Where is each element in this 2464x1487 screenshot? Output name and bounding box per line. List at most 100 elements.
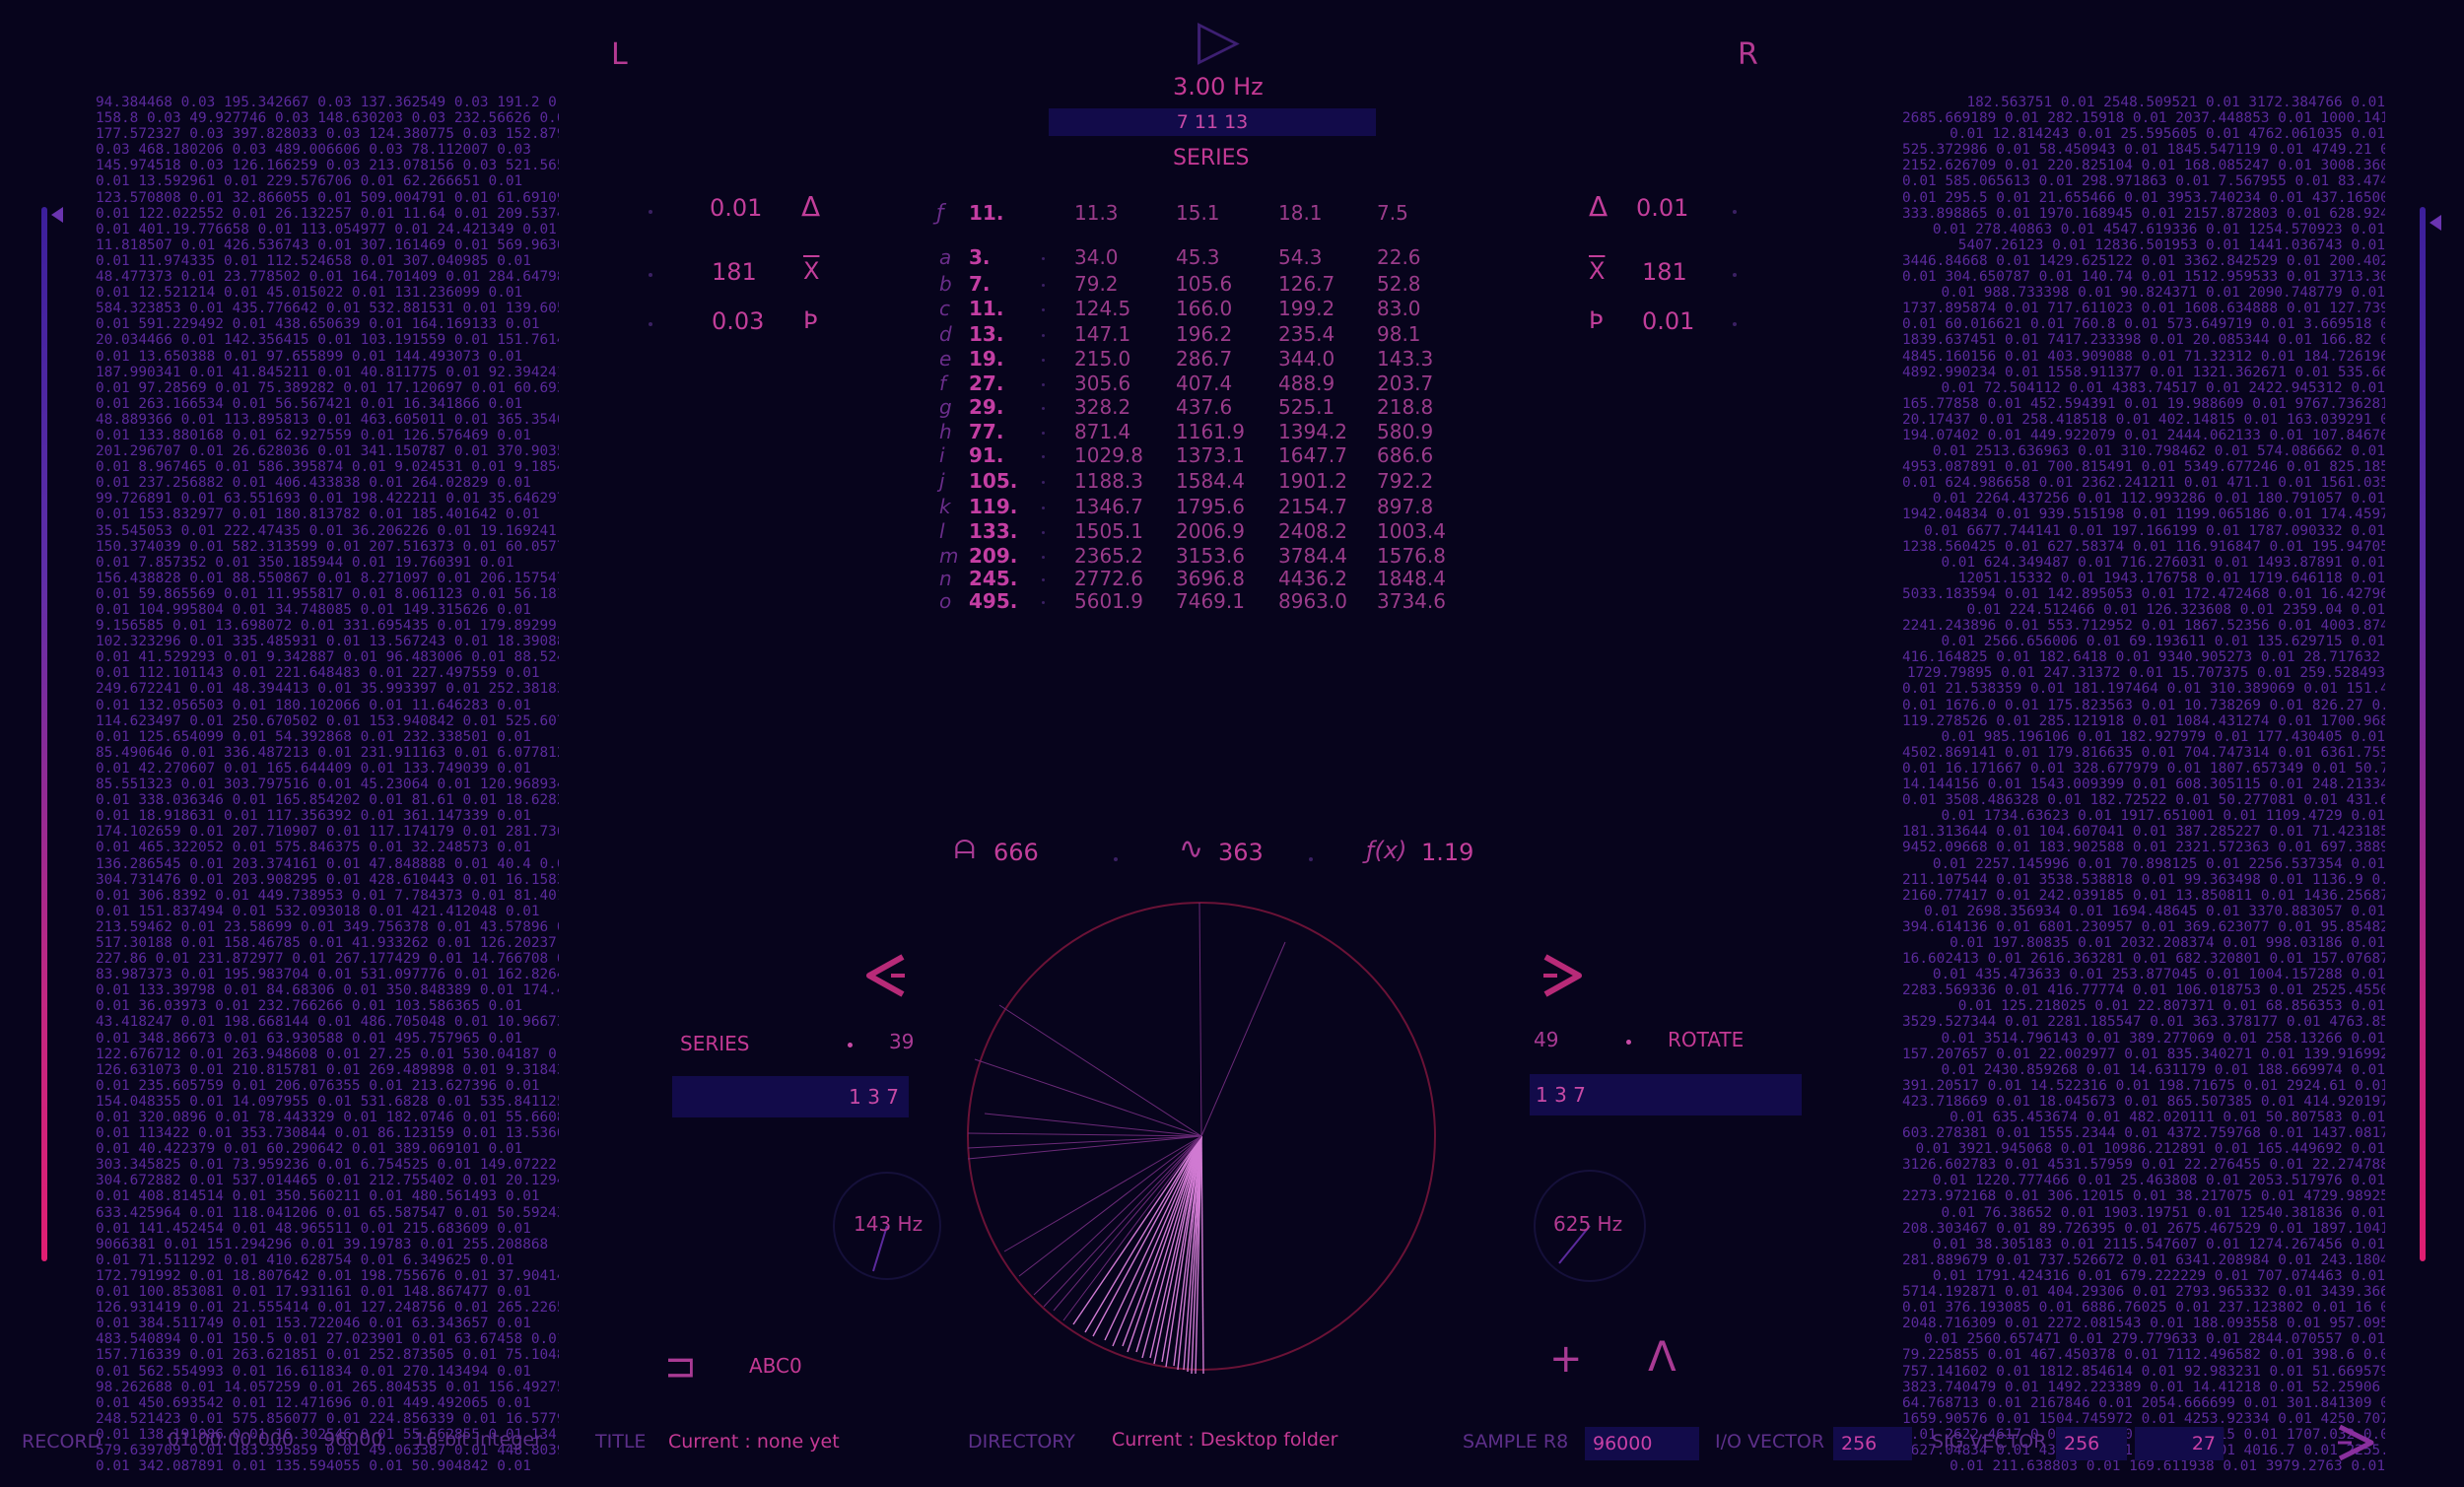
row-separator	[1042, 432, 1045, 435]
right-stream-line: 4953.087891 0.01 700.815491 0.01 5349.67…	[1902, 459, 2385, 476]
right-stream-line: 0.01 1220.777466 0.01 25.463808 0.01 205…	[1932, 1173, 2385, 1189]
sig-vector-value[interactable]: 256	[2056, 1427, 2127, 1460]
right-rotate-dot	[1626, 1040, 1631, 1045]
stat-count-value: 666	[993, 839, 1039, 866]
row-value: 52.8	[1377, 272, 1421, 296]
left-stream-line: 85.490646 0.01 336.487213 0.01 231.91116…	[96, 744, 559, 761]
record-bitdepth[interactable]: 16-bit integer	[414, 1429, 542, 1451]
right-stream-line: 0.01 1734.63623 0.01 1917.651001 0.01 11…	[1941, 808, 2385, 825]
prev-arrow-icon[interactable]	[861, 951, 911, 1000]
row-separator	[1042, 308, 1045, 311]
right-step-icon[interactable]: Þ	[1589, 306, 1604, 334]
row-value: 2772.6	[1074, 567, 1143, 590]
left-stream-line: 227.86 0.01 231.872977 0.01 267.177429 0…	[96, 951, 559, 968]
right-delta-value[interactable]: 0.01	[1636, 194, 1688, 222]
next-arrow-icon[interactable]	[1538, 951, 1587, 1000]
left-series-input[interactable]: 1 3 7	[672, 1076, 909, 1117]
left-stream-line: 0.01 11.974335 0.01 112.524658 0.01 307.…	[96, 252, 531, 269]
row-value: 1576.8	[1377, 544, 1446, 568]
right-stream-line: 0.01 3508.486328 0.01 182.72522 0.01 50.…	[1902, 792, 2385, 809]
wheel-ray	[967, 1132, 1202, 1137]
row-separator	[1042, 481, 1045, 484]
row-base: 495.	[969, 589, 1018, 613]
title-value[interactable]: Current : none yet	[668, 1431, 840, 1453]
row-value: 54.3	[1278, 245, 1323, 269]
directory-value[interactable]: Current : Desktop folder	[1112, 1429, 1337, 1451]
right-count-value[interactable]: 181	[1642, 258, 1687, 286]
left-count-value[interactable]: 181	[712, 258, 757, 286]
frequency-readout: 3.00 Hz	[1173, 73, 1264, 101]
left-stream-line: 0.01 401.19.776658 0.01 113.054977 0.01 …	[96, 221, 557, 237]
row-value: 5601.9	[1074, 589, 1143, 613]
row-value: 1901.2	[1278, 469, 1347, 493]
row-base: 245.	[969, 567, 1018, 590]
row-letter: i	[939, 443, 945, 467]
left-delta-icon[interactable]: Δ	[801, 190, 820, 223]
pi-icon[interactable]: Π	[659, 1355, 699, 1381]
header-v2: 15.1	[1176, 201, 1220, 225]
right-stream-line: 165.77858 0.01 452.594391 0.01 19.988609…	[1902, 395, 2385, 412]
left-stream-line: 123.570808 0.01 32.866055 0.01 509.00479…	[96, 189, 559, 206]
plus-icon[interactable]: +	[1549, 1336, 1583, 1382]
sequence-input[interactable]: 7 11 13	[1049, 108, 1376, 136]
left-stream-line: 0.03 468.180206 0.03 489.006606 0.03 78.…	[96, 142, 531, 159]
right-stream-line: 3126.602783 0.01 4531.57959 0.01 22.2764…	[1902, 1157, 2385, 1174]
left-delta-value[interactable]: 0.01	[710, 194, 762, 222]
io-vector-value[interactable]: 256	[1833, 1427, 1912, 1460]
corner-play-icon[interactable]	[2334, 1421, 2377, 1464]
row-separator	[1042, 578, 1045, 581]
right-stream-line: 208.303467 0.01 89.726395 0.01 2675.4675…	[1902, 1220, 2385, 1237]
left-stream-line: 0.01 263.166534 0.01 56.567421 0.01 16.3…	[96, 395, 523, 412]
right-stream-line: 3446.84668 0.01 1429.625122 0.01 3362.84…	[1902, 252, 2385, 269]
right-meter-marker-icon	[2430, 215, 2441, 231]
row-base: 27.	[969, 372, 1004, 395]
record-button[interactable]: RECORD	[22, 1431, 102, 1453]
right-stream-line: 0.01 125.218025 0.01 22.807371 0.01 68.8…	[1957, 998, 2385, 1015]
row-letter: m	[939, 544, 959, 568]
stat-count-icon: ᗩ	[954, 836, 976, 865]
row-value: 98.1	[1377, 322, 1421, 346]
row-value: 1394.2	[1278, 420, 1347, 443]
left-stream-line: 99.726891 0.01 63.551693 0.01 198.422211…	[96, 491, 559, 507]
right-rotate-label: ROTATE	[1668, 1028, 1745, 1051]
row-value: 83.0	[1377, 297, 1421, 320]
left-step-icon[interactable]: Þ	[803, 306, 818, 334]
right-stream-line: 3823.740479 0.01 1492.223389 0.01 14.412…	[1902, 1379, 2385, 1395]
left-stream-line: 0.01 237.256882 0.01 406.433838 0.01 264…	[96, 475, 531, 492]
extra-value[interactable]: 27	[2135, 1427, 2224, 1460]
wheel-ray	[1200, 1135, 1204, 1375]
left-stream-line: 0.01 112.101143 0.01 221.648483 0.01 227…	[96, 665, 540, 682]
right-stream-line: 79.225855 0.01 467.450378 0.01 7112.4965…	[1902, 1347, 2385, 1364]
row-base: 105.	[969, 469, 1018, 493]
right-stream-line: 0.01 38.305183 0.01 2115.547607 0.01 127…	[1932, 1236, 2385, 1252]
right-mean-icon[interactable]: X	[1589, 257, 1605, 285]
left-stream-line: 0.01 100.853081 0.01 17.931161 0.01 148.…	[96, 1284, 531, 1301]
left-step-value[interactable]: 0.03	[712, 307, 764, 335]
series-title: SERIES	[1173, 146, 1250, 170]
table-row: e 19. 215.0 286.7 344.0 143.3	[931, 347, 1444, 372]
wheel-ray	[1122, 1135, 1202, 1347]
samplerate-value[interactable]: 96000	[1585, 1427, 1699, 1460]
right-rotate-input[interactable]: 1 3 7	[1530, 1074, 1802, 1115]
right-delta-icon[interactable]: Δ	[1589, 190, 1608, 223]
play-icon[interactable]: ▷	[1198, 8, 1240, 72]
right-step-value[interactable]: 0.01	[1642, 307, 1694, 335]
row-value: 235.4	[1278, 322, 1335, 346]
right-stream-line: 5033.183594 0.01 142.895053 0.01 172.472…	[1902, 585, 2385, 602]
left-mean-icon[interactable]: X	[803, 257, 819, 285]
io-vector-label: I/O VECTOR	[1715, 1431, 1825, 1453]
row-separator	[1042, 334, 1045, 337]
row-separator	[1042, 284, 1045, 287]
row-value: 437.6	[1176, 395, 1233, 419]
right-stream-line: 0.01 376.193085 0.01 6886.76025 0.01 237…	[1902, 1300, 2385, 1317]
right-stream-line: 0.01 624.349487 0.01 716.276031 0.01 149…	[1941, 554, 2385, 571]
left-stream-line: 0.01 7.857352 0.01 350.185944 0.01 19.76…	[96, 554, 514, 571]
lambda-icon[interactable]: Λ	[1648, 1332, 1677, 1381]
row-value: 488.9	[1278, 372, 1335, 395]
row-value: 525.1	[1278, 395, 1335, 419]
left-stream-line: 98.262688 0.01 14.057259 0.01 265.804535…	[96, 1379, 559, 1395]
left-stream-line: 304.731476 0.01 203.908295 0.01 428.6104…	[96, 871, 559, 888]
left-channel-label: L	[611, 37, 628, 72]
left-stream-line: 0.01 450.693542 0.01 12.471696 0.01 449.…	[96, 1394, 531, 1411]
left-stream-line: 0.01 122.022552 0.01 26.132257 0.01 11.6…	[96, 205, 559, 222]
